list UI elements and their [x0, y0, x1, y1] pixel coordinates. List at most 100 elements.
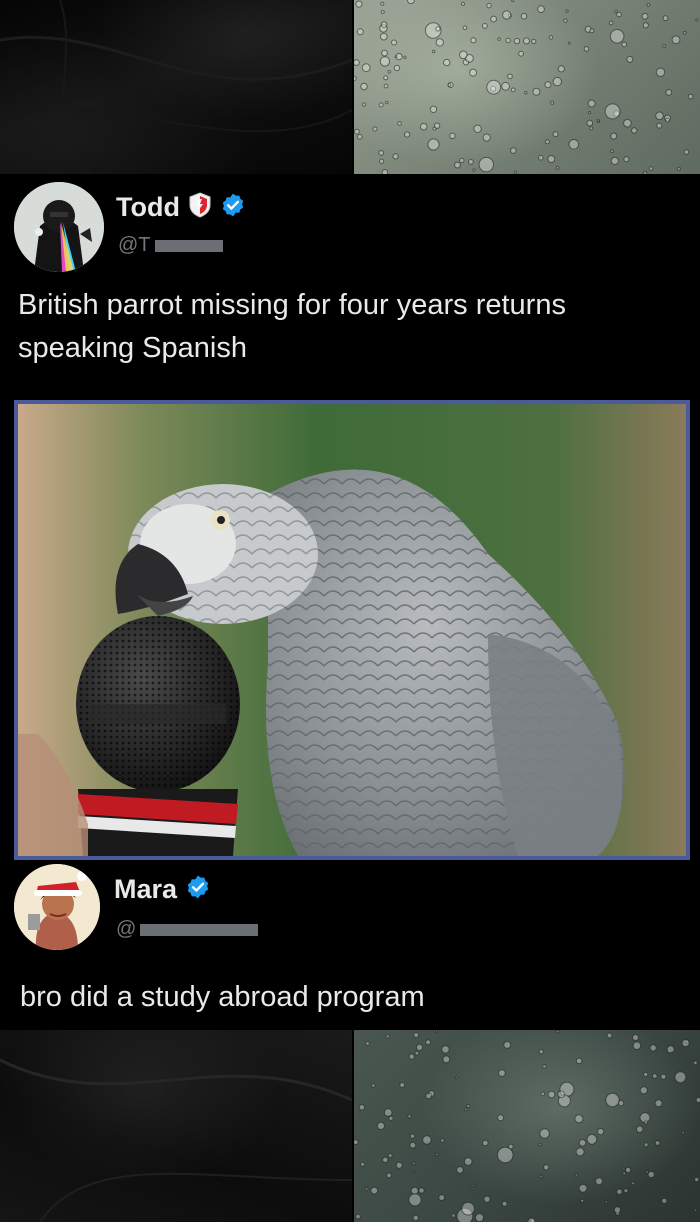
- water-droplet: [646, 3, 651, 7]
- water-droplet: [574, 1114, 584, 1124]
- water-droplet: [438, 1194, 446, 1202]
- water-droplet: [468, 159, 474, 165]
- water-droplet: [503, 1041, 512, 1049]
- water-droplet: [645, 1170, 649, 1174]
- water-droplet: [613, 1206, 621, 1214]
- author-avatar[interactable]: [14, 182, 104, 272]
- water-droplet: [631, 127, 638, 134]
- water-droplet: [459, 50, 468, 60]
- water-droplet: [557, 1090, 565, 1099]
- water-droplet: [464, 1107, 468, 1112]
- water-droplet: [578, 1139, 587, 1147]
- water-droplet: [432, 49, 436, 54]
- water-droplet: [370, 1186, 379, 1195]
- water-droplet: [361, 63, 371, 73]
- water-droplet: [568, 139, 580, 150]
- water-droplet: [655, 67, 666, 78]
- water-droplet: [408, 1053, 415, 1060]
- water-droplet: [575, 1057, 583, 1065]
- water-droplet: [610, 149, 615, 154]
- water-droplet: [544, 139, 550, 145]
- tweet-card: Todd @T British parrot missing for four …: [0, 174, 700, 1030]
- water-droplet: [459, 157, 465, 164]
- parrot-image: [18, 404, 686, 856]
- reply-author-handle[interactable]: @: [116, 918, 136, 941]
- water-droplet: [660, 1073, 667, 1080]
- water-droplet: [483, 1195, 491, 1203]
- water-droplet: [378, 102, 384, 108]
- water-droplet: [580, 1198, 585, 1203]
- water-droplet: [404, 131, 411, 138]
- water-droplet: [563, 18, 568, 23]
- water-droplet: [531, 38, 537, 45]
- water-droplet: [358, 1104, 366, 1111]
- microphone: [76, 616, 240, 856]
- water-droplet: [639, 1086, 648, 1095]
- water-droplet: [555, 166, 560, 170]
- water-droplet: [393, 64, 401, 72]
- water-droplet: [381, 49, 388, 57]
- water-droplet: [387, 1153, 393, 1158]
- water-droplet: [419, 122, 428, 131]
- water-droplet: [412, 1171, 416, 1174]
- water-droplet: [383, 1108, 393, 1117]
- water-droplet: [647, 1170, 655, 1179]
- water-droplet: [442, 1055, 451, 1064]
- water-droplet: [578, 1183, 588, 1193]
- water-droplet: [501, 1200, 508, 1207]
- water-droplet: [463, 1157, 473, 1166]
- reply-author-name[interactable]: Mara: [114, 874, 177, 905]
- water-droplet: [547, 1090, 556, 1099]
- water-droplet: [498, 1069, 506, 1077]
- water-droplet: [435, 26, 441, 32]
- water-droplet: [665, 117, 670, 123]
- water-droplet: [510, 147, 517, 154]
- water-droplet: [410, 1186, 419, 1195]
- water-droplet: [497, 37, 501, 41]
- water-droplet: [557, 65, 565, 73]
- water-droplet: [555, 1030, 560, 1034]
- water-droplet: [387, 70, 392, 74]
- reply-text: bro did a study abroad program: [20, 981, 425, 1013]
- water-droplet: [403, 55, 407, 59]
- background-rain-tile-bottom: [354, 1030, 700, 1222]
- water-droplet: [409, 1133, 416, 1139]
- water-droplet: [449, 132, 456, 140]
- author-handle[interactable]: @T: [118, 234, 151, 257]
- water-droplet: [505, 37, 511, 44]
- water-droplet: [447, 83, 452, 87]
- water-droplet: [575, 1147, 585, 1157]
- water-droplet: [589, 28, 595, 34]
- water-droplet: [565, 9, 569, 13]
- water-droplet: [472, 168, 476, 172]
- background-dark-tile-bottom: [0, 1030, 352, 1222]
- reply-author-avatar[interactable]: [14, 864, 100, 950]
- water-droplet: [681, 1039, 690, 1048]
- water-droplet: [625, 1166, 632, 1174]
- water-droplet: [671, 35, 681, 45]
- water-droplet: [471, 1183, 475, 1187]
- water-droplet: [662, 44, 667, 48]
- water-droplet: [513, 37, 521, 45]
- water-droplet: [583, 46, 590, 52]
- water-droplet: [604, 103, 621, 120]
- water-droplet: [501, 81, 511, 91]
- water-droplet: [354, 75, 357, 82]
- water-droplet: [435, 1152, 439, 1157]
- water-droplet: [693, 1060, 698, 1066]
- water-droplet: [616, 1188, 623, 1195]
- author-name[interactable]: Todd: [116, 192, 180, 223]
- water-droplet: [527, 1217, 536, 1222]
- water-droplet: [550, 100, 555, 105]
- water-droplet: [415, 1043, 424, 1051]
- water-droplet: [399, 1082, 406, 1088]
- water-droplet: [383, 75, 389, 81]
- water-droplet: [482, 1139, 489, 1147]
- water-droplet: [636, 1125, 644, 1133]
- water-droplet: [456, 1166, 464, 1174]
- water-droplet: [380, 9, 385, 14]
- water-droplet: [682, 31, 687, 35]
- verified-badge-icon: [185, 874, 211, 905]
- water-droplet: [425, 1092, 432, 1100]
- tweet-media-image[interactable]: [14, 400, 690, 860]
